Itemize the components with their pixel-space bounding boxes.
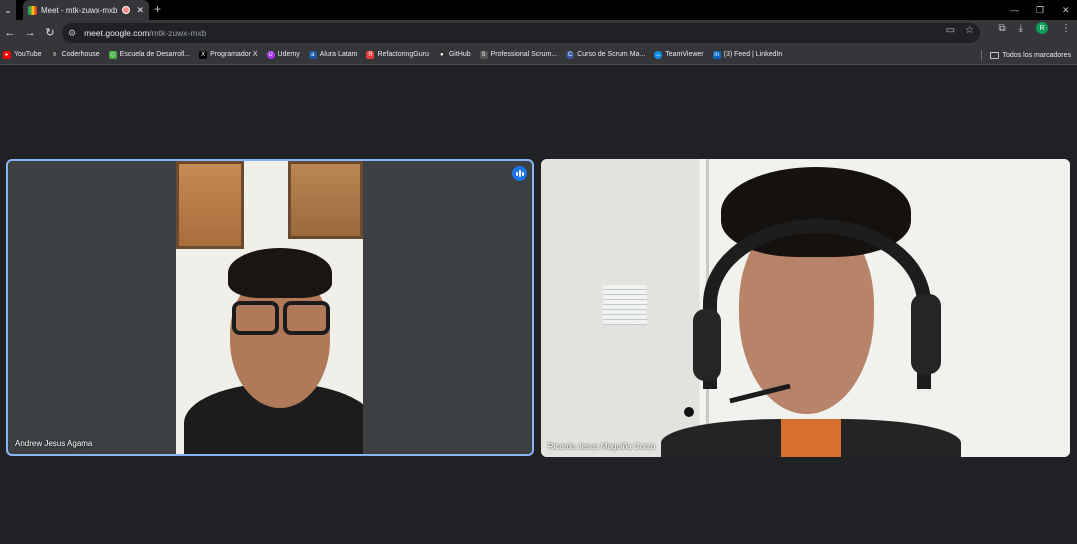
url-host: meet.google.com (84, 28, 150, 38)
restore-button[interactable]: ❐ (1036, 0, 1044, 20)
bookmarks-bar: ▸ YouTube ≡ Coderhouse ◇ Escuela de Desarro… (0, 45, 1077, 65)
glasses (232, 301, 330, 335)
participant-tile-ricardo[interactable]: Ricardo Jesus Maguiña Corzo (541, 159, 1070, 457)
linkedin-icon: in (712, 50, 721, 59)
diamond-icon: ◇ (108, 50, 117, 59)
wall-note (603, 285, 647, 325)
participant-name: Ricardo Jesus Maguiña Corzo (548, 442, 656, 451)
close-window-button[interactable]: ✕ (1062, 0, 1070, 20)
refactoring-icon: R (366, 50, 375, 59)
bookmark-teamviewer[interactable]: ↔ TeamViewer (654, 50, 704, 59)
address-bar[interactable]: ⚙ meet.google.com/mtk-zuwx-mxb ▭ ☆ (62, 23, 980, 43)
participant-shirt (661, 419, 961, 457)
bookmarks-divider (980, 49, 982, 61)
coderhouse-icon: ≡ (50, 50, 59, 59)
tab-close-icon[interactable]: ✕ (136, 5, 144, 16)
tab-search-button[interactable]: ⌄ (0, 0, 16, 20)
back-button[interactable]: ← (0, 27, 20, 39)
bookmark-escuela[interactable]: ◇ Escuela de Desarroll... (108, 50, 190, 59)
url-path: /mtk-zuwx-mxb (149, 28, 207, 38)
teamviewer-icon: ↔ (654, 50, 663, 59)
speaking-indicator-icon (512, 166, 527, 181)
participant-hair (228, 248, 332, 298)
github-icon: ● (437, 50, 446, 59)
all-bookmarks-button[interactable]: Todos los marcadores (980, 45, 1071, 65)
recording-indicator-icon (122, 6, 131, 14)
tab-title: Meet - mtk-zuwx-mxb (41, 5, 118, 15)
new-tab-button[interactable]: + (154, 2, 161, 16)
bookmark-youtube[interactable]: ▸ YouTube (3, 50, 42, 59)
bookmark-star-icon[interactable]: ☆ (965, 25, 974, 36)
alura-icon: a (308, 50, 317, 59)
meet-favicon-icon (28, 5, 37, 15)
participant-name: Andrew Jesus Agama (15, 439, 93, 448)
site-info-icon[interactable]: ⚙ (68, 28, 76, 39)
reload-button[interactable]: ↻ (40, 26, 60, 39)
forward-button[interactable]: → (20, 27, 40, 39)
extensions-icon[interactable]: ⧉ (998, 23, 1005, 34)
bookmark-curso-scrum[interactable]: C Curso de Scrum Ma... (566, 50, 645, 59)
scrum-icon: S (479, 50, 488, 59)
bookmark-linkedin[interactable]: in (3) Feed | LinkedIn (712, 50, 782, 59)
folder-icon (989, 51, 999, 59)
headset (703, 219, 931, 389)
bookmark-github[interactable]: ● GitHub (437, 50, 471, 59)
bookmark-professional-scrum[interactable]: S Professional Scrum... (479, 50, 557, 59)
bookmark-coderhouse[interactable]: ≡ Coderhouse (50, 50, 100, 59)
download-icon[interactable]: ⤓ (1019, 23, 1023, 34)
bookmark-programador-x[interactable]: X Programador X (199, 50, 258, 59)
wall-frame (176, 161, 244, 249)
headset-earcup (911, 294, 941, 374)
menu-icon[interactable]: ⋮ (1061, 23, 1071, 34)
tab-meet[interactable]: Meet - mtk-zuwx-mxb ✕ (23, 0, 149, 20)
wall-frame (288, 161, 363, 239)
bookmark-refactoringguru[interactable]: R RefactoringGuru (366, 50, 429, 59)
camera-in-use-icon[interactable]: ▭ (946, 25, 955, 36)
x-icon: X (199, 50, 208, 59)
bookmark-alura[interactable]: a Alura Latam (308, 50, 357, 59)
minimize-button[interactable]: — (1010, 0, 1019, 20)
tab-strip: ⌄ Meet - mtk-zuwx-mxb ✕ + — ❐ ✕ (0, 0, 1077, 20)
participant-video-ricardo (541, 159, 1070, 457)
participant-video-andrew (176, 161, 363, 454)
profile-avatar[interactable]: R (1036, 22, 1048, 34)
bookmark-udemy[interactable]: U Udemy (266, 50, 300, 59)
curso-icon: C (566, 50, 575, 59)
udemy-icon: U (266, 50, 275, 59)
participant-tile-andrew[interactable]: Andrew Jesus Agama (6, 159, 534, 456)
headset-earcup (693, 309, 721, 381)
door-knob (684, 407, 694, 417)
youtube-icon: ▸ (3, 50, 11, 59)
